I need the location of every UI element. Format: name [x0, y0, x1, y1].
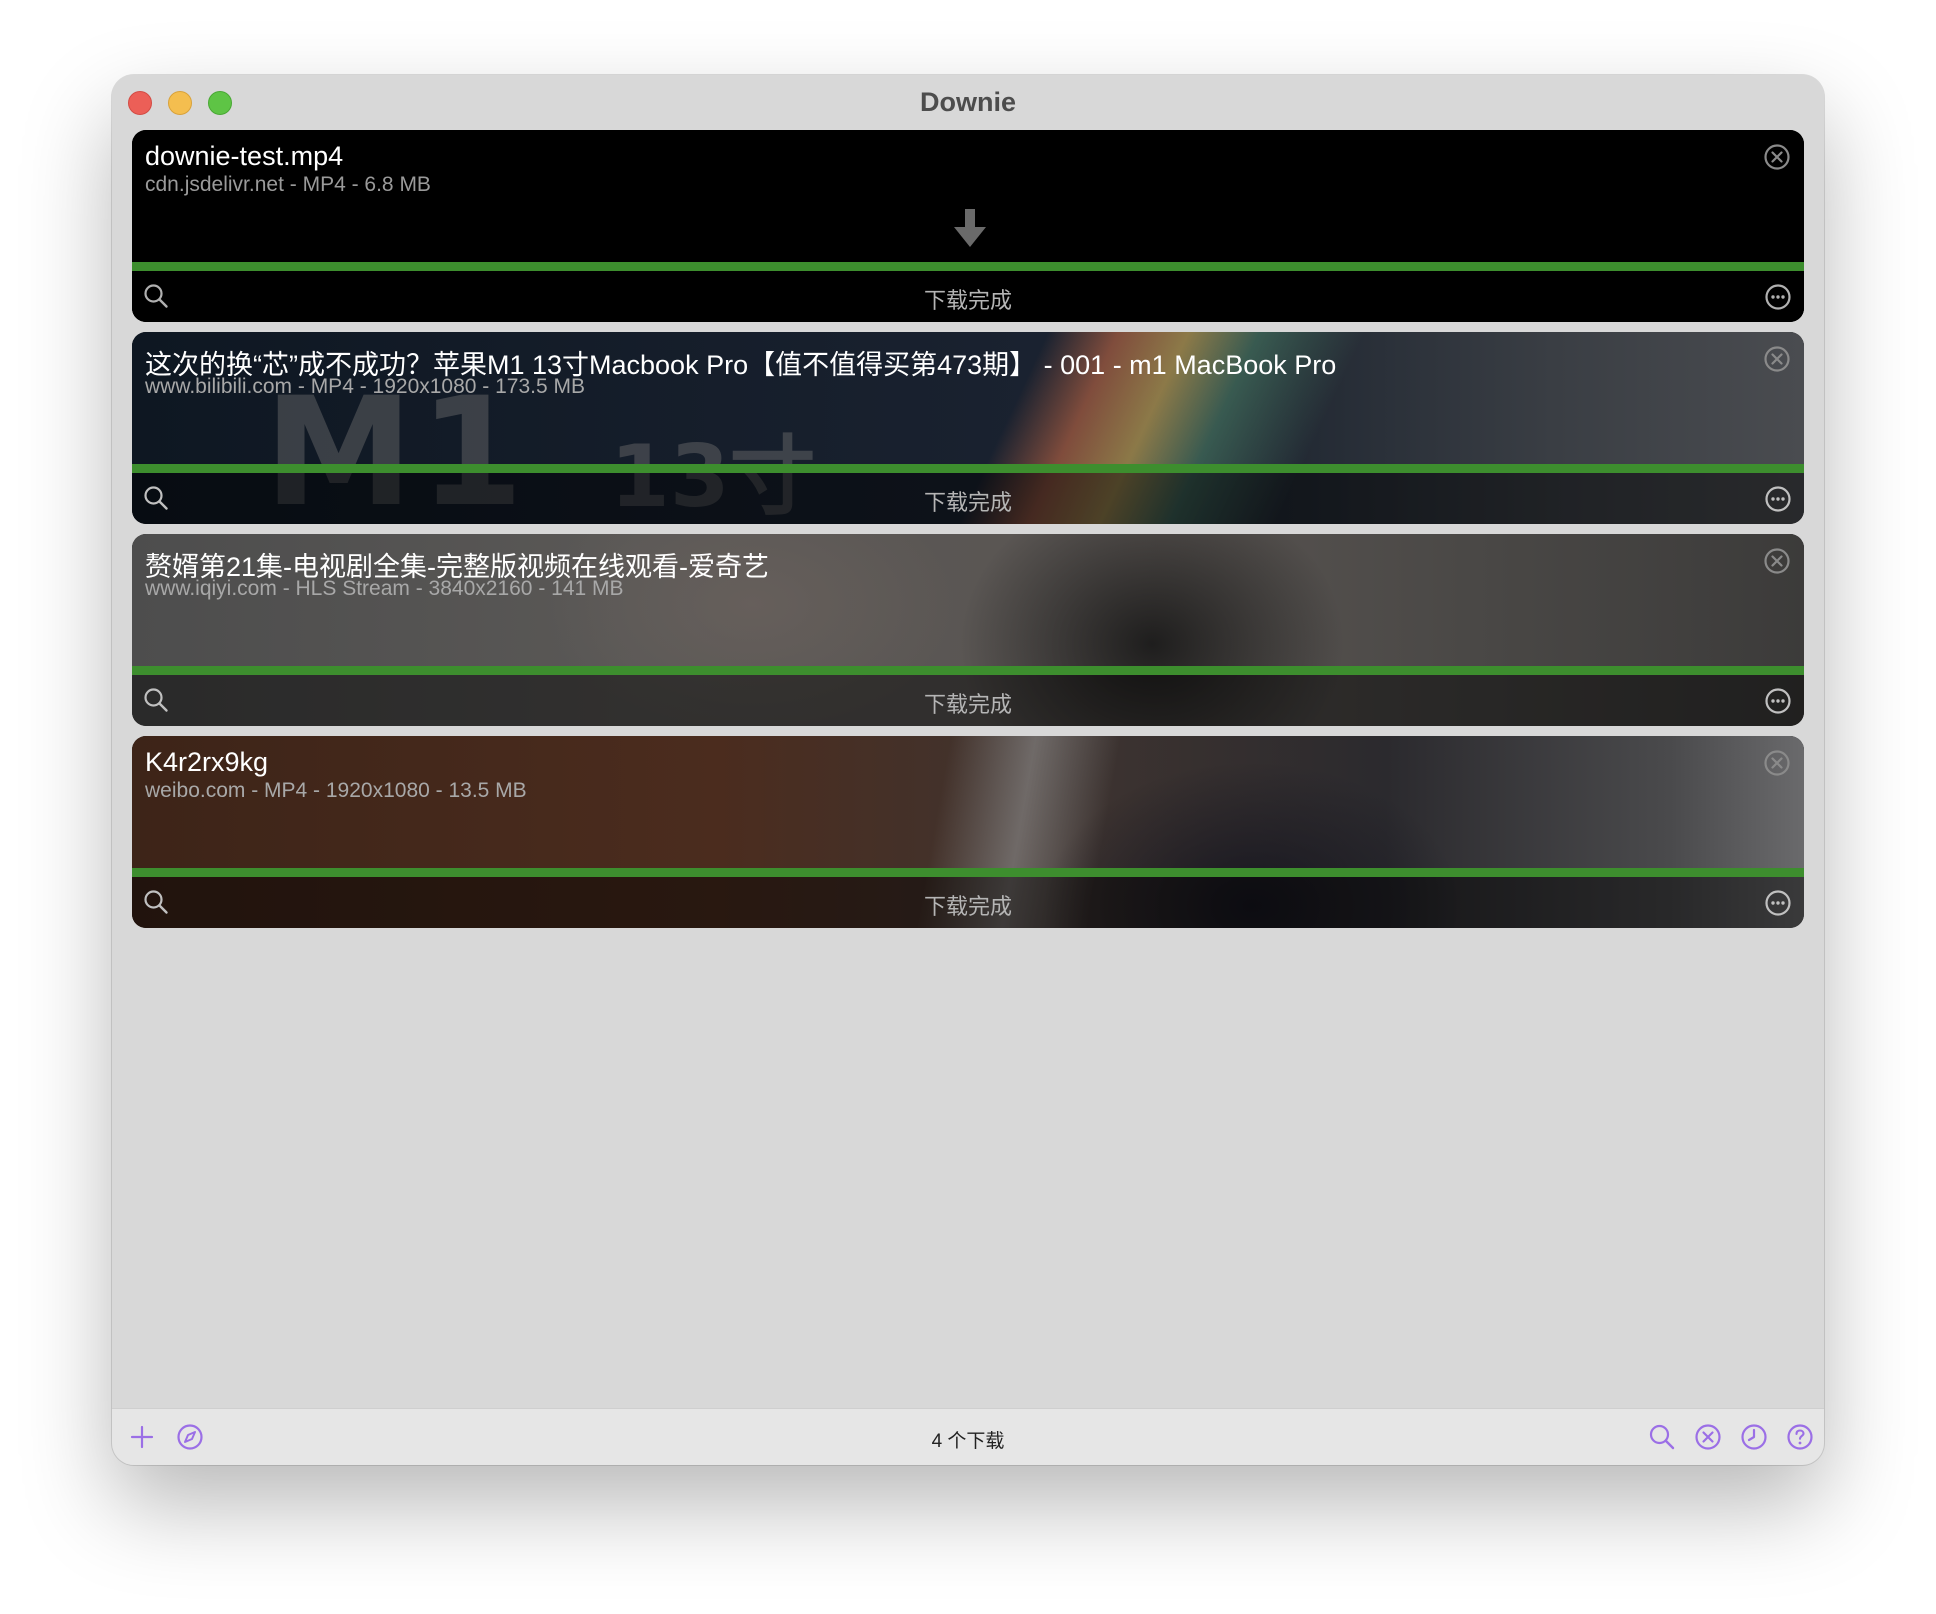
download-meta: cdn.jsdelivr.net - MP4 - 6.8 MB [145, 173, 431, 196]
progress-fill [132, 868, 1804, 877]
download-list: downie-test.mp4 cdn.jsdelivr.net - MP4 -… [132, 130, 1804, 938]
more-circle-icon[interactable] [1764, 485, 1792, 513]
download-count: 4 个下载 [931, 1431, 1005, 1452]
downie-window: Downie downie-test.mp4 cdn.jsdelivr.net … [112, 75, 1824, 1465]
download-status: 下载完成 [923, 894, 1012, 919]
download-meta: weibo.com - MP4 - 1920x1080 - 13.5 MB [145, 779, 527, 802]
more-circle-icon[interactable] [1764, 889, 1792, 917]
title-bar: Downie [112, 75, 1824, 130]
download-meta: www.iqiyi.com - HLS Stream - 3840x2160 -… [145, 577, 624, 600]
download-meta: www.bilibili.com - MP4 - 1920x1080 - 173… [145, 375, 586, 398]
item-action-bar: 下载完成 [132, 271, 1804, 322]
progress-bar [132, 464, 1804, 473]
close-circle-icon[interactable] [1763, 547, 1791, 575]
clock-icon[interactable] [1740, 1423, 1768, 1451]
download-title: downie-test.mp4 [145, 141, 344, 171]
item-action-bar: 下载完成 [132, 877, 1804, 928]
download-status: 下载完成 [923, 288, 1012, 313]
progress-fill [132, 262, 1804, 271]
progress-bar [132, 868, 1804, 877]
more-circle-icon[interactable] [1764, 283, 1792, 311]
download-arrow-icon [954, 209, 986, 247]
more-circle-icon[interactable] [1764, 687, 1792, 715]
close-circle-icon[interactable] [1763, 749, 1791, 777]
window-title: Downie [919, 87, 1016, 117]
download-item[interactable]: 赘婿第21集-电视剧全集-完整版视频在线观看-爱奇艺 www.iqiyi.com… [132, 534, 1804, 726]
download-status: 下载完成 [923, 490, 1012, 515]
search-icon[interactable] [1648, 1423, 1676, 1451]
close-circle-icon[interactable] [1763, 143, 1791, 171]
item-action-bar: 下载完成 [132, 473, 1804, 524]
footer-toolbar: 4 个下载 [112, 1408, 1824, 1465]
progress-bar [132, 666, 1804, 675]
download-item[interactable]: downie-test.mp4 cdn.jsdelivr.net - MP4 -… [132, 130, 1804, 322]
progress-fill [132, 666, 1804, 675]
item-action-bar: 下载完成 [132, 675, 1804, 726]
close-circle-icon[interactable] [1694, 1423, 1722, 1451]
progress-bar [132, 262, 1804, 271]
download-status: 下载完成 [923, 692, 1012, 717]
download-item[interactable]: K4r2rx9kg weibo.com - MP4 - 1920x1080 - … [132, 736, 1804, 928]
progress-fill [132, 464, 1804, 473]
download-item[interactable]: M1 13寸 这次的换“芯”成不成功？苹果M1 13寸Macbook Pro【值… [132, 332, 1804, 524]
help-icon[interactable] [1786, 1423, 1814, 1451]
close-circle-icon[interactable] [1763, 345, 1791, 373]
download-title: K4r2rx9kg [145, 747, 269, 777]
